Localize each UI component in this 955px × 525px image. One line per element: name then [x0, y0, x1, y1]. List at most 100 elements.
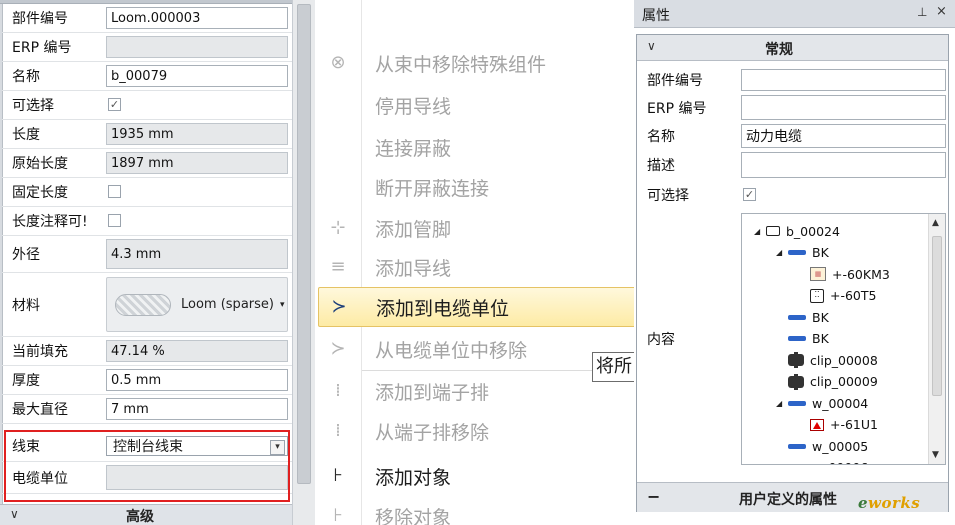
clip-icon — [788, 373, 804, 390]
close-icon[interactable]: × — [936, 4, 947, 19]
chevron-down-icon[interactable]: ∨ — [647, 39, 656, 53]
wire-icon — [788, 400, 806, 406]
scroll-down-icon[interactable]: ▼ — [932, 450, 939, 460]
left-row-value[interactable]: 7 mm — [106, 398, 288, 420]
menu-item-11[interactable]: ⊦ 移除对象 — [318, 496, 636, 525]
collapse-icon[interactable]: − — [647, 487, 660, 506]
content-label: 内容 — [647, 332, 675, 348]
left-row-value: 1935 mm — [106, 123, 288, 145]
menu-item-6[interactable]: ≻ 添加到电缆单位 — [318, 287, 636, 327]
menu-item-7[interactable]: ≻ 从电缆单位中移除 — [318, 329, 636, 371]
left-row-checkbox[interactable] — [108, 185, 121, 198]
menu-item-label: 从电缆单位中移除 — [375, 339, 528, 362]
left-row-3: 可选择 ✓ — [2, 91, 292, 120]
watermark-prefix: e — [858, 494, 869, 512]
left-row-6: 固定长度 — [2, 178, 292, 207]
tree-node[interactable]: ◢ w_00004 — [776, 392, 868, 414]
advanced-section-title: 高级 — [126, 509, 154, 525]
left-row-7: 长度注释可! — [2, 207, 292, 236]
general-field-label: 部件编号 — [647, 73, 703, 89]
tree-node[interactable]: BK — [776, 306, 829, 328]
app-root: 部件编号 Loom.000003 ERP 编号 名称 b_00079 可选择 ✓ 长度 1935… — [0, 0, 955, 525]
chevron-down-icon[interactable]: ▾ — [280, 300, 285, 310]
expand-arrow-icon[interactable]: ◢ — [754, 227, 766, 236]
tree-scrollbar[interactable]: ▲ ▼ — [928, 214, 945, 464]
left-row-value[interactable]: 0.5 mm — [106, 369, 288, 391]
tree-node[interactable]: clip_00009 — [776, 371, 878, 393]
general-field-input[interactable] — [741, 152, 946, 178]
menu-item-8[interactable]: ⁞ 添加到端子排 — [318, 371, 636, 411]
left-row-11: 厚度 0.5 mm — [2, 366, 292, 395]
tree-node[interactable]: ▦ +-60KM3 — [798, 263, 890, 285]
chevron-down-icon[interactable]: ∨ — [10, 507, 19, 521]
left-row-8: 外径 4.3 mm — [2, 236, 292, 273]
pin-icon[interactable]: ⊥ — [917, 5, 927, 19]
general-field-input[interactable]: 动力电缆 — [741, 124, 946, 148]
tooltip: 将所 — [592, 352, 638, 382]
scroll-up-icon[interactable]: ▲ — [932, 218, 939, 228]
terminal-icon: ⁚⁚ — [810, 288, 824, 303]
menu-item-label: 从端子排移除 — [375, 421, 490, 444]
tree-node-label: w_00005 — [812, 438, 869, 454]
left-row-label: 长度 — [12, 127, 40, 143]
left-scrollbar-thumb[interactable] — [297, 4, 311, 484]
content-tree[interactable]: ◢ b_00024 ◢ BK ▦ +-60KM3 ⁚⁚ +-60T5 BK BK clip_0000… — [741, 213, 946, 465]
tree-node[interactable]: BK — [776, 328, 829, 350]
tree-node-label: w_00006 — [812, 460, 868, 464]
tree-node[interactable]: w_00005 — [776, 435, 868, 457]
menu-item-label: 添加导线 — [375, 257, 452, 280]
material-selector[interactable]: Loom (sparse) ▾ — [106, 277, 288, 332]
menu-item-5[interactable]: ≡ 添加导线 — [318, 247, 636, 287]
add-to-cable-icon: ≻ — [331, 296, 347, 317]
tree-node[interactable]: clip_00008 — [776, 349, 878, 371]
left-row-12: 最大直径 7 mm — [2, 395, 292, 424]
tree-node[interactable]: w_00006 — [776, 457, 868, 464]
add-pin-icon: ⊹ — [330, 217, 346, 238]
wire-icon — [788, 336, 806, 341]
tree-node-label: BK — [812, 245, 829, 260]
tree-node[interactable]: ◢ BK — [776, 242, 829, 264]
tree-node[interactable]: ⁚⁚ +-60T5 — [798, 285, 876, 307]
left-row-label: 可选择 — [12, 98, 54, 114]
left-row-1: ERP 编号 — [2, 33, 292, 62]
tree-node[interactable]: +-61U1 — [798, 414, 878, 436]
general-field-input[interactable] — [741, 95, 946, 120]
properties-titlebar: 属性 ⊥ × — [634, 0, 955, 28]
menu-item-label: 添加对象 — [375, 466, 452, 489]
menu-item-9[interactable]: ⁞ 从端子排移除 — [318, 411, 636, 451]
menu-item-2[interactable]: 连接屏蔽 — [318, 127, 636, 167]
general-field-label: ERP 编号 — [647, 100, 707, 117]
menu-item-10[interactable]: ⊦ 添加对象 — [318, 456, 636, 496]
left-row-value[interactable]: b_00079 — [106, 65, 288, 87]
left-row-value[interactable]: Loom.000003 — [106, 7, 288, 29]
left-row-label: 材料 — [12, 297, 40, 314]
left-row-checkbox[interactable] — [108, 214, 121, 227]
general-field-input[interactable] — [741, 69, 946, 91]
advanced-section-header[interactable]: ∨ 高级 — [0, 504, 292, 525]
tree-node-label: +-61U1 — [830, 417, 878, 432]
menu-item-label: 停用导线 — [375, 95, 452, 118]
menu-item-label: 添加到端子排 — [375, 381, 490, 404]
watermark-logo: eworks — [858, 494, 920, 512]
selectable-checkbox[interactable]: ✓ — [743, 188, 756, 201]
menu-item-4[interactable]: ⊹ 添加管脚 — [318, 208, 636, 248]
expand-arrow-icon[interactable]: ◢ — [776, 399, 788, 408]
left-row-label: ERP 编号 — [12, 40, 72, 56]
left-row-value: 4.3 mm — [106, 239, 288, 269]
menu-item-1[interactable]: 停用导线 — [318, 85, 636, 125]
properties-frame: ∨ 常规 部件编号 ERP 编号 名称 动力电缆 描述 可选择 ✓ 内容 ◢ b_00024 ◢… — [636, 34, 949, 512]
general-field-0: 部件编号 — [637, 67, 948, 93]
menu-item-0[interactable]: ⊗ 从束中移除特殊组件 — [318, 43, 636, 83]
menu-item-label: 断开屏蔽连接 — [375, 177, 490, 200]
context-menu: ⊗ 从束中移除特殊组件停用导线连接屏蔽断开屏蔽连接 ⊹ 添加管脚 ≡ 添加导线 ≻ 添加到电缆… — [318, 0, 638, 525]
general-section-header[interactable]: ∨ 常规 — [637, 35, 948, 61]
tree-node-label: BK — [812, 309, 829, 325]
tree-node[interactable]: ◢ b_00024 — [754, 220, 840, 242]
expand-arrow-icon[interactable]: ◢ — [776, 248, 788, 257]
tree-scrollbar-thumb[interactable] — [932, 236, 942, 396]
left-row-checkbox[interactable]: ✓ — [108, 98, 121, 111]
left-scrollbar[interactable] — [292, 0, 315, 525]
add-to-terminal-icon: ⁞ — [335, 380, 341, 401]
menu-item-3[interactable]: 断开屏蔽连接 — [318, 167, 636, 207]
general-field-3: 描述 — [637, 150, 948, 180]
